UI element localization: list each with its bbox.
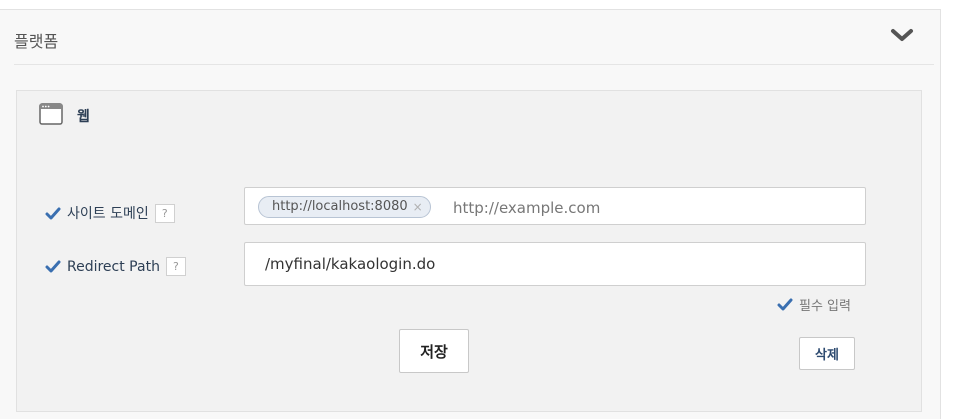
check-icon: [45, 207, 61, 219]
panel-title: 플랫폼: [14, 32, 59, 51]
redirect-path-field[interactable]: [244, 242, 866, 286]
web-section-title: 웹: [77, 109, 90, 125]
required-note: 필수 입력: [777, 295, 851, 314]
site-domain-field[interactable]: http://localhost:8080 ×: [244, 187, 866, 225]
site-domain-label-text: 사이트 도메인: [67, 206, 149, 222]
domain-tag-text: http://localhost:8080: [272, 199, 408, 214]
check-icon: [777, 298, 793, 311]
web-platform-section: 웹 사이트 도메인 ? http://localhost:8080 × Redi…: [16, 90, 922, 412]
redirect-path-help-icon[interactable]: ?: [165, 257, 186, 276]
redirect-path-label-text: Redirect Path: [67, 258, 160, 275]
redirect-path-label: Redirect Path ?: [45, 257, 186, 276]
check-icon: [45, 260, 61, 273]
browser-window-icon: [39, 103, 63, 125]
site-domain-label: 사이트 도메인 ?: [45, 203, 175, 223]
required-note-text: 필수 입력: [799, 299, 851, 314]
panel-header: 플랫폼: [14, 10, 934, 65]
redirect-path-input[interactable]: [263, 252, 857, 276]
site-domain-input[interactable]: [451, 196, 855, 220]
delete-button[interactable]: 삭제: [799, 337, 855, 370]
platform-panel: 플랫폼 웹 사이트 도메인 ? http://localhost:8080 × …: [0, 9, 941, 419]
domain-tag: http://localhost:8080 ×: [258, 196, 431, 218]
site-domain-help-icon[interactable]: ?: [154, 203, 175, 223]
tag-remove-icon[interactable]: ×: [413, 197, 423, 217]
save-button[interactable]: 저장: [399, 329, 469, 373]
chevron-down-icon[interactable]: [889, 26, 915, 46]
